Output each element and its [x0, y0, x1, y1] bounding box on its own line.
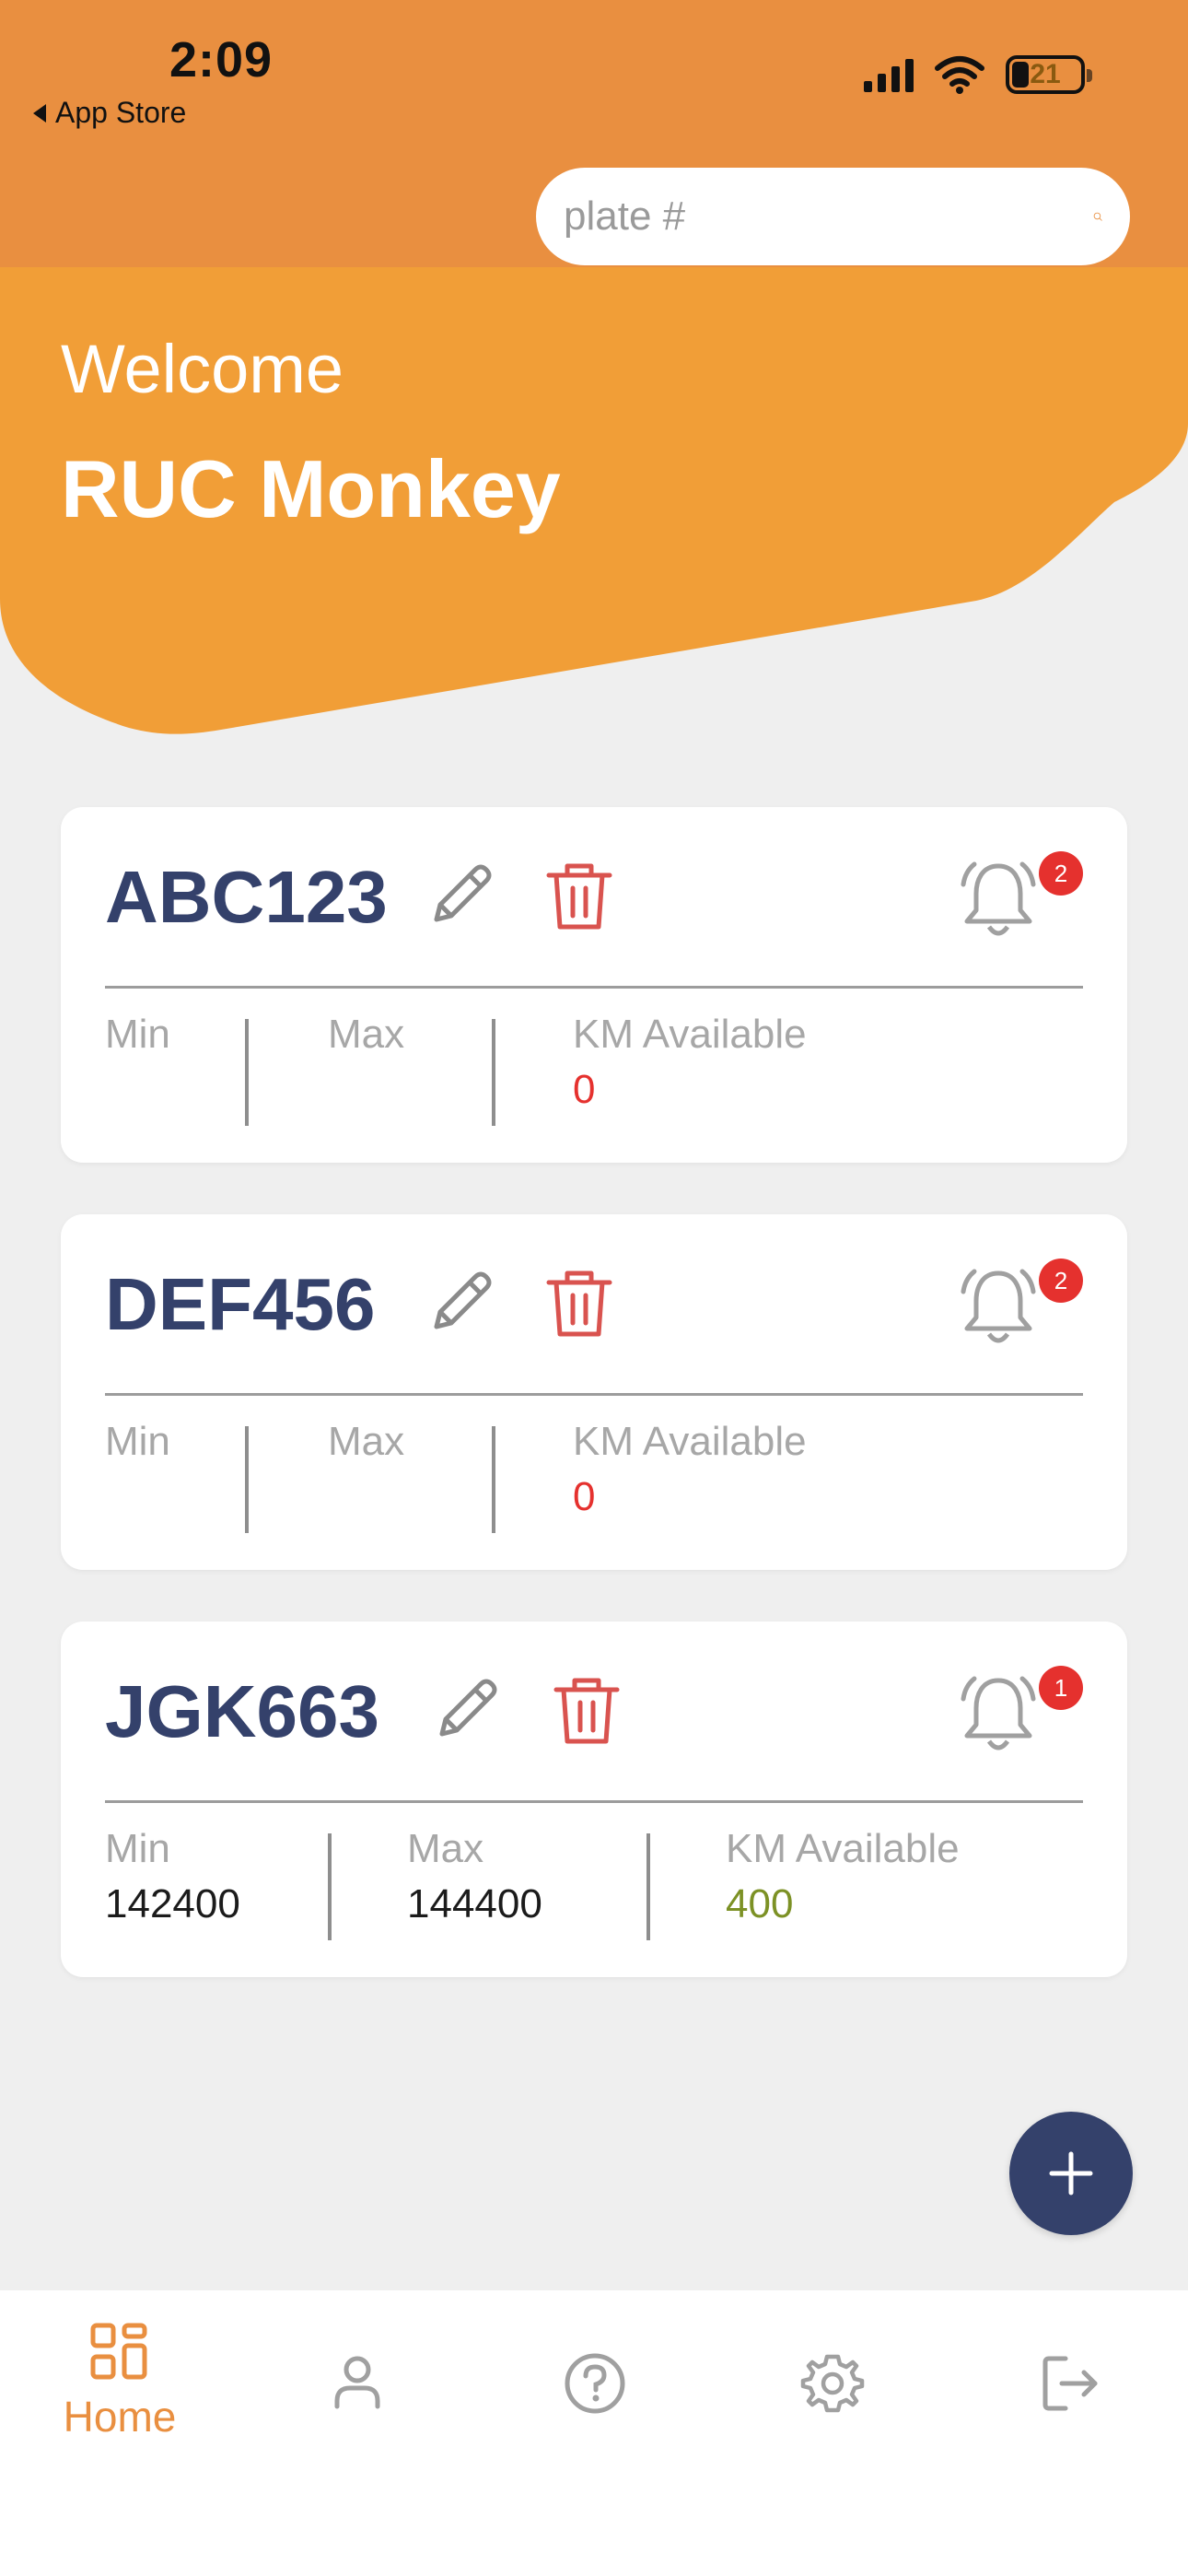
- tab-settings[interactable]: [740, 2351, 925, 2416]
- cellular-signal-icon: [864, 57, 914, 92]
- plus-icon: [1049, 2151, 1093, 2195]
- km-available-value: 400: [726, 1881, 794, 1926]
- tab-help[interactable]: [503, 2351, 687, 2416]
- min-value: [105, 1067, 170, 1115]
- vehicle-card[interactable]: JGK663 1 Min 142400 Max 144400 KM Availa…: [61, 1622, 1127, 1977]
- grid-icon: [90, 2323, 147, 2380]
- wifi-icon: [935, 56, 984, 94]
- bell-icon[interactable]: [954, 857, 1042, 945]
- search-icon[interactable]: [1093, 192, 1102, 241]
- km-available-label: KM Available: [573, 1012, 807, 1057]
- km-available-value: 0: [573, 1067, 596, 1112]
- status-icons: 21: [864, 55, 1092, 94]
- min-value: 142400: [105, 1881, 240, 1926]
- bell-icon[interactable]: [954, 1264, 1042, 1352]
- min-stat: Min: [105, 1012, 170, 1115]
- min-label: Min: [105, 1826, 170, 1871]
- battery-icon: 21: [1006, 55, 1092, 94]
- km-available-label: KM Available: [726, 1826, 960, 1871]
- plate-number: JGK663: [105, 1670, 379, 1752]
- bottom-tab-bar: Home: [0, 2290, 1188, 2576]
- stat-separator: [328, 1833, 332, 1940]
- delete-trash-icon[interactable]: [543, 1264, 615, 1341]
- max-label: Max: [328, 1419, 405, 1464]
- tab-profile[interactable]: [265, 2351, 449, 2410]
- plate-number: ABC123: [105, 856, 388, 938]
- user-name: RUC Monkey: [61, 443, 561, 534]
- km-available-stat: KM Available 0: [573, 1012, 807, 1115]
- back-triangle-icon: [33, 103, 46, 123]
- status-time: 2:09: [169, 32, 274, 88]
- add-vehicle-button[interactable]: [1009, 2112, 1133, 2235]
- tab-home[interactable]: Home: [28, 2322, 212, 2441]
- divider: [105, 1393, 1083, 1396]
- stat-separator: [245, 1426, 249, 1533]
- max-label: Max: [407, 1826, 484, 1871]
- plate-number: DEF456: [105, 1263, 376, 1345]
- welcome-text: Welcome: [61, 331, 344, 407]
- km-available-stat: KM Available 400: [726, 1826, 960, 1929]
- edit-pencil-icon[interactable]: [422, 1264, 499, 1341]
- alert-count-badge: 2: [1039, 1259, 1083, 1303]
- max-value: [328, 1474, 404, 1522]
- back-to-app-store-link[interactable]: App Store: [33, 96, 186, 130]
- edit-pencil-icon[interactable]: [427, 1671, 505, 1749]
- km-available-stat: KM Available 0: [573, 1419, 807, 1522]
- min-value: [105, 1474, 170, 1522]
- vehicle-card[interactable]: DEF456 2 Min Max KM Available 0: [61, 1214, 1127, 1570]
- tab-home-label: Home: [63, 2393, 177, 2441]
- km-available-value: 0: [573, 1474, 596, 1519]
- max-value: 144400: [407, 1881, 542, 1926]
- help-icon: [565, 2353, 625, 2414]
- divider: [105, 1800, 1083, 1803]
- person-icon: [334, 2356, 380, 2409]
- alert-count-badge: 2: [1039, 851, 1083, 896]
- edit-pencil-icon[interactable]: [422, 857, 499, 934]
- max-label: Max: [328, 1012, 405, 1057]
- delete-trash-icon[interactable]: [543, 857, 615, 934]
- max-stat: Max 144400: [407, 1826, 542, 1929]
- stat-separator: [492, 1426, 495, 1533]
- delete-trash-icon[interactable]: [551, 1671, 623, 1749]
- vehicle-card[interactable]: ABC123 2 Min Max KM Available 0: [61, 807, 1127, 1163]
- max-stat: Max: [328, 1012, 404, 1115]
- max-stat: Max: [328, 1419, 404, 1522]
- bell-icon[interactable]: [954, 1671, 1042, 1760]
- min-label: Min: [105, 1419, 170, 1464]
- stat-separator: [646, 1833, 650, 1940]
- min-stat: Min: [105, 1419, 170, 1522]
- min-stat: Min 142400: [105, 1826, 240, 1929]
- back-label: App Store: [55, 96, 187, 129]
- km-available-label: KM Available: [573, 1419, 807, 1464]
- battery-level: 21: [1030, 59, 1061, 89]
- min-label: Min: [105, 1012, 170, 1057]
- logout-icon: [1042, 2356, 1098, 2411]
- stat-separator: [245, 1019, 249, 1126]
- tab-logout[interactable]: [978, 2351, 1162, 2416]
- plate-search-input[interactable]: [564, 193, 1093, 240]
- alert-count-badge: 1: [1039, 1666, 1083, 1710]
- divider: [105, 986, 1083, 989]
- max-value: [328, 1067, 404, 1115]
- gear-icon: [800, 2354, 865, 2413]
- plate-search-box[interactable]: [536, 168, 1130, 265]
- stat-separator: [492, 1019, 495, 1126]
